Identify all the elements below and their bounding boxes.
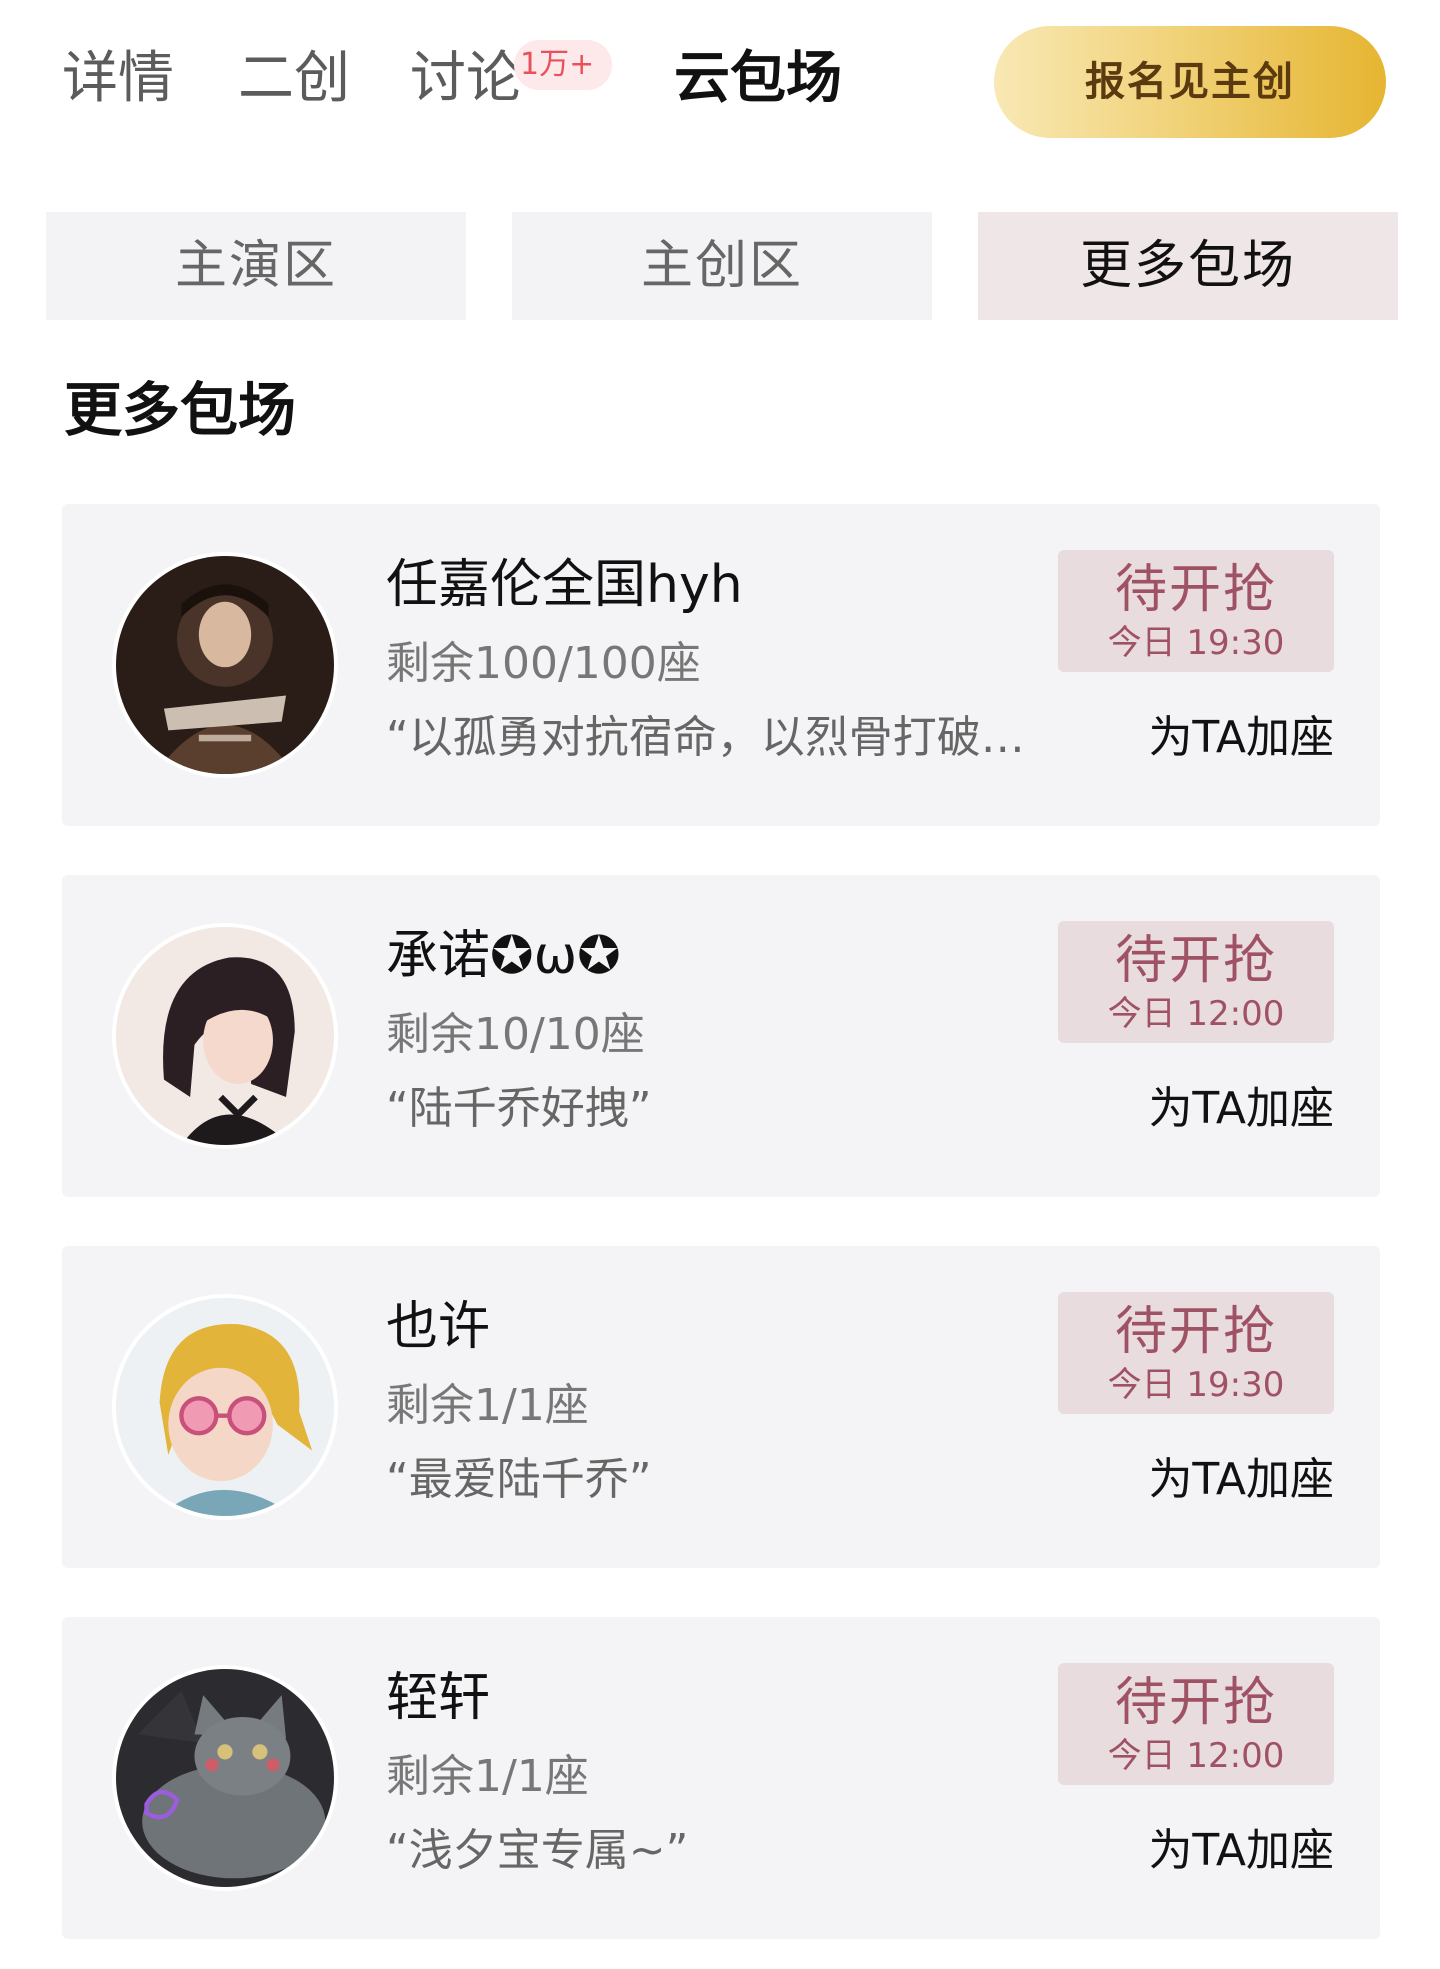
status-badge[interactable]: 待开抢 今日 12:00 [1058,921,1334,1043]
host-name: 任嘉伦全国hyh [386,555,743,615]
girl-portrait-avatar-icon [116,927,334,1145]
add-seat-button[interactable]: 为TA加座 [1148,708,1334,768]
zone-tab-creators[interactable]: 主创区 [512,212,932,320]
status-label: 待开抢 [1114,1673,1277,1733]
status-time: 今日 19:30 [1107,623,1285,663]
status-badge[interactable]: 待开抢 今日 19:30 [1058,550,1334,672]
avatar[interactable] [112,552,338,778]
status-badge[interactable]: 待开抢 今日 19:30 [1058,1292,1334,1414]
screening-card[interactable]: 任嘉伦全国hyh 剩余100/100座 “以孤勇对抗宿命，以烈骨打破… 待开抢 … [62,504,1380,826]
status-time: 今日 12:00 [1107,994,1285,1034]
avatar[interactable] [112,923,338,1149]
host-name: 轾轩 [386,1668,491,1728]
tab-derivative[interactable]: 二创 [238,44,350,114]
child-scarf-avatar-icon [116,1298,334,1516]
status-label: 待开抢 [1114,1302,1277,1362]
section-title: 更多包场 [64,376,297,444]
signup-meet-creators-button[interactable]: 报名见主创 [994,26,1386,138]
tab-details[interactable]: 详情 [62,44,174,114]
seat-count: 剩余10/10座 [386,1009,645,1060]
avatar[interactable] [112,1294,338,1520]
status-time: 今日 19:30 [1107,1365,1285,1405]
tab-cloud-screening[interactable]: 云包场 [674,44,842,114]
screening-card[interactable]: 承诺✪ω✪ 剩余10/10座 “陆千乔好拽” 待开抢 今日 12:00 为TA加… [62,875,1380,1197]
seat-count: 剩余1/1座 [386,1380,589,1431]
gray-cat-avatar-icon [116,1669,334,1887]
host-quote: “浅夕宝专属~” [386,1825,689,1876]
zone-tab-lead-actors[interactable]: 主演区 [46,212,466,320]
status-label: 待开抢 [1114,560,1277,620]
seat-count: 剩余1/1座 [386,1751,589,1802]
tab-discussion[interactable]: 讨论 [410,44,522,114]
add-seat-button[interactable]: 为TA加座 [1148,1079,1334,1139]
screening-card[interactable]: 轾轩 剩余1/1座 “浅夕宝专属~” 待开抢 今日 12:00 为TA加座 [62,1617,1380,1939]
host-quote: “以孤勇对抗宿命，以烈骨打破… [386,712,1025,763]
status-time: 今日 12:00 [1107,1736,1285,1776]
discussion-count-badge: 1万+ [514,40,613,90]
status-label: 待开抢 [1114,931,1277,991]
avatar[interactable] [112,1665,338,1891]
add-seat-button[interactable]: 为TA加座 [1148,1821,1334,1881]
host-name: 也许 [386,1297,491,1357]
poster-avatar-icon [116,556,334,774]
status-badge[interactable]: 待开抢 今日 12:00 [1058,1663,1334,1785]
seat-count: 剩余100/100座 [386,638,701,689]
host-quote: “最爱陆千乔” [386,1454,652,1505]
zone-tab-more-screenings[interactable]: 更多包场 [978,212,1398,320]
host-name: 承诺✪ω✪ [386,926,621,986]
screening-card[interactable]: 也许 剩余1/1座 “最爱陆千乔” 待开抢 今日 19:30 为TA加座 [62,1246,1380,1568]
host-quote: “陆千乔好拽” [386,1083,652,1134]
top-nav: 详情 二创 讨论 1万+ 云包场 报名见主创 [0,0,1440,170]
add-seat-button[interactable]: 为TA加座 [1148,1450,1334,1510]
